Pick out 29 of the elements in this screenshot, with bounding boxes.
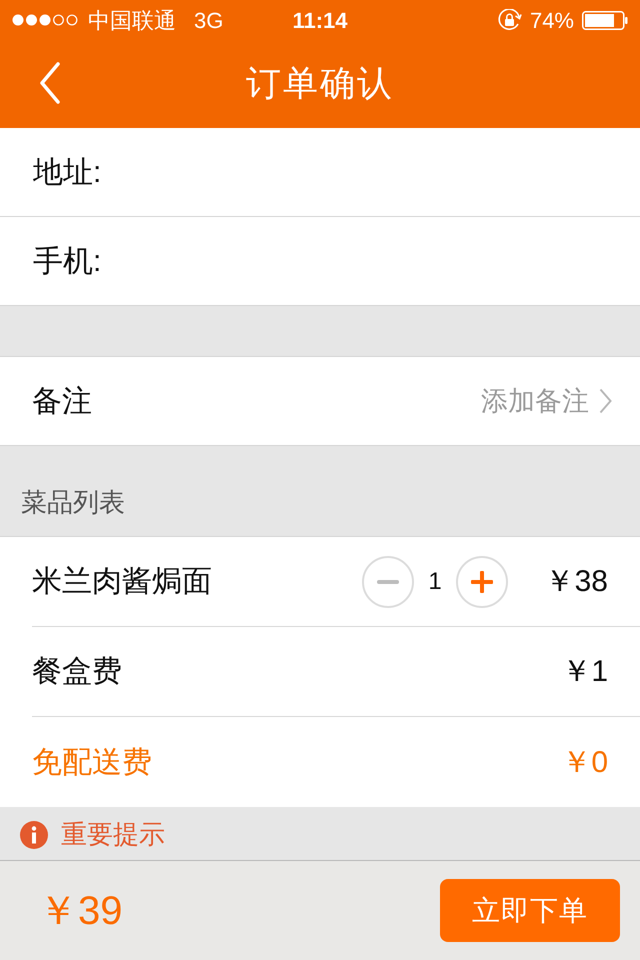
plus-icon: [471, 570, 493, 592]
battery-icon: [582, 10, 628, 30]
notice-heading: 重要提示: [61, 818, 165, 851]
page-title: 订单确认: [246, 62, 394, 105]
minus-icon: [377, 580, 399, 584]
remark-label: 备注: [32, 384, 93, 420]
carrier-name: 中国联通: [88, 6, 176, 34]
increase-quantity-button[interactable]: [456, 556, 508, 608]
item-name: 餐盒费: [32, 654, 123, 690]
network-type: 3G: [194, 6, 224, 34]
chevron-right-icon: [599, 388, 612, 414]
battery-percentage: 74%: [530, 6, 574, 34]
signal-strength-icon: [12, 14, 80, 26]
item-price: ￥1: [560, 654, 608, 690]
field-label: 地址:: [33, 154, 102, 190]
back-chevron-icon: [39, 62, 61, 104]
remark-row[interactable]: 备注 添加备注: [0, 356, 640, 446]
field-label: 手机:: [33, 244, 102, 280]
item-name: 免配送费: [32, 744, 153, 780]
rotation-lock-icon: [498, 9, 522, 31]
add-remark-text: 添加备注: [481, 384, 589, 418]
section-heading: 菜品列表: [21, 486, 125, 519]
info-icon: [20, 820, 48, 848]
total-price: ￥39: [38, 888, 124, 934]
quantity-value: 1: [427, 566, 443, 596]
clock-time: 11:14: [292, 6, 348, 34]
item-price: ￥38: [544, 564, 608, 600]
item-price: ￥0: [560, 744, 608, 780]
item-name: 米兰肉酱焗面: [32, 564, 213, 600]
